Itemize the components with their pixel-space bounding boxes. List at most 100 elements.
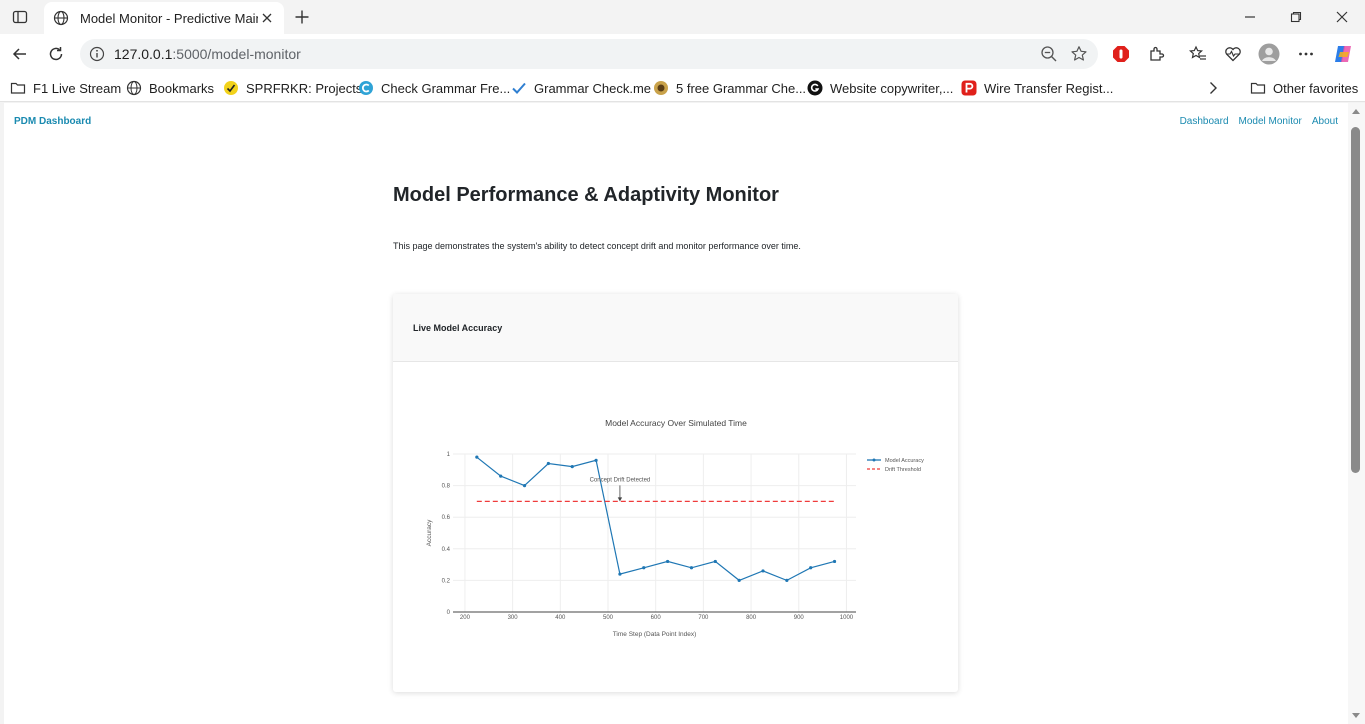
accuracy-chart[interactable]: Model Accuracy Over Simulated Time 200 300…: [393, 362, 958, 692]
nav-dashboard[interactable]: Dashboard: [1180, 116, 1229, 127]
site-navbar: PDM Dashboard Dashboard Model Monitor Ab…: [4, 103, 1348, 139]
copilot-icon[interactable]: [1329, 40, 1357, 68]
restore-icon[interactable]: [1273, 0, 1319, 34]
bookmark-f1-live-stream[interactable]: F1 Live Stream: [10, 78, 121, 98]
card-header: Live Model Accuracy: [393, 294, 958, 362]
site-brand[interactable]: PDM Dashboard: [14, 116, 91, 127]
accuracy-point: [499, 474, 503, 478]
y-tick-label: 0.2: [442, 578, 451, 584]
accuracy-point: [618, 572, 622, 576]
adblock-icon[interactable]: [1107, 40, 1135, 68]
browser-toolbar: 127.0.0.1:5000/model-monitor: [0, 34, 1365, 74]
x-tick-label: 900: [794, 615, 805, 621]
folder-icon: [10, 80, 26, 96]
nav-model-monitor[interactable]: Model Monitor: [1239, 116, 1302, 127]
other-favorites[interactable]: Other favorites: [1250, 78, 1358, 98]
page-scrollbar[interactable]: [1348, 103, 1365, 724]
close-tab-icon[interactable]: [258, 9, 276, 27]
x-tick-label: 500: [603, 615, 614, 621]
page-viewport: PDM Dashboard Dashboard Model Monitor Ab…: [4, 103, 1348, 724]
accuracy-point: [475, 455, 479, 459]
y-tick-label: 0: [447, 610, 451, 616]
x-tick-label: 700: [698, 615, 709, 621]
grammar-c-icon: [358, 80, 374, 96]
favorite-star-icon[interactable]: [1064, 39, 1094, 69]
accuracy-point: [594, 458, 598, 462]
x-axis-label: Time Step (Data Point Index): [613, 631, 697, 638]
browser-essentials-icon[interactable]: [1219, 40, 1247, 68]
x-tick-label: 200: [460, 615, 471, 621]
drift-annotation-label: Concept Drift Detected: [590, 477, 651, 483]
p-letter-icon: [961, 80, 977, 96]
chart-title: Model Accuracy Over Simulated Time: [605, 418, 747, 428]
accuracy-point: [546, 461, 550, 466]
card-title: Live Model Accuracy: [413, 323, 503, 333]
folder-icon: [1250, 80, 1266, 96]
zoom-out-icon[interactable]: [1034, 39, 1064, 69]
y-tick-label: 0.8: [442, 484, 451, 490]
active-tab[interactable]: Model Monitor - Predictive Maint: [44, 2, 284, 34]
bookmark-sprfrkr-projects[interactable]: SPRFRKR: Projects: [223, 78, 362, 98]
bookmark-grammar-check-me[interactable]: Grammar Check.me: [511, 78, 651, 98]
more-menu-icon[interactable]: [1292, 40, 1320, 68]
accuracy-card: Live Model Accuracy Model Accuracy Over …: [393, 294, 958, 692]
scrollbar-thumb[interactable]: [1351, 127, 1360, 473]
site-info-icon[interactable]: [82, 39, 112, 69]
scroll-down-arrow-icon[interactable]: [1352, 713, 1360, 718]
scroll-up-arrow-icon[interactable]: [1352, 109, 1360, 114]
y-tick-label: 0.4: [442, 547, 451, 553]
bookmark-website-copywriter[interactable]: Website copywriter,...: [807, 78, 953, 98]
checkmark-icon: [511, 80, 527, 96]
x-tick-label: 600: [651, 615, 662, 621]
favorites-icon[interactable]: [1184, 40, 1212, 68]
tab-strip: Model Monitor - Predictive Maint: [0, 0, 1365, 34]
card-body: Model Accuracy Over Simulated Time 200 300…: [393, 362, 958, 692]
accuracy-point: [737, 578, 741, 582]
profile-avatar-icon[interactable]: [1255, 40, 1283, 68]
page-title: Model Performance & Adaptivity Monitor: [393, 184, 779, 206]
x-tick-label: 800: [746, 615, 757, 621]
tab-title: Model Monitor - Predictive Maint: [80, 10, 258, 26]
url-text[interactable]: 127.0.0.1:5000/model-monitor: [114, 46, 1034, 62]
bookmark-bookmarks[interactable]: Bookmarks: [126, 78, 214, 98]
close-window-icon[interactable]: [1319, 0, 1365, 34]
accuracy-point: [689, 566, 694, 570]
x-tick-label: 400: [555, 615, 566, 621]
accuracy-point: [642, 566, 646, 570]
globe-icon: [52, 9, 70, 27]
accuracy-point: [713, 559, 717, 564]
accuracy-point: [570, 465, 574, 469]
new-tab-icon[interactable]: [290, 6, 314, 28]
nav-about[interactable]: About: [1312, 116, 1338, 127]
bookmark-wire-transfer[interactable]: Wire Transfer Regist...: [961, 78, 1113, 98]
y-tick-label: 1: [447, 452, 451, 458]
accuracy-point: [809, 566, 813, 570]
accuracy-point: [522, 484, 527, 488]
legend-label: Model Accuracy: [885, 458, 924, 464]
bookmark-free-grammar[interactable]: 5 free Grammar Che...: [653, 78, 806, 98]
y-tick-label: 0.6: [442, 515, 451, 521]
legend-label: Drift Threshold: [885, 467, 921, 473]
accuracy-point: [832, 559, 837, 564]
x-tick-label: 300: [508, 615, 519, 621]
nav-links: Dashboard Model Monitor About: [1180, 116, 1348, 127]
address-bar[interactable]: 127.0.0.1:5000/model-monitor: [80, 39, 1098, 69]
minimize-icon[interactable]: [1227, 0, 1273, 34]
bookmarks-overflow-chevron-icon[interactable]: [1206, 78, 1220, 98]
globe-icon: [126, 80, 142, 96]
grammar-icon: [653, 80, 669, 96]
extensions-icon[interactable]: [1143, 40, 1171, 68]
tab-actions-icon[interactable]: [8, 6, 32, 28]
accuracy-point: [785, 578, 789, 582]
g-letter-icon: [807, 80, 823, 96]
bookmark-check-grammar[interactable]: Check Grammar Fre...: [358, 78, 510, 98]
x-tick-label: 1000: [840, 615, 854, 621]
back-arrow-icon[interactable]: [6, 40, 34, 68]
legend-marker: [872, 458, 876, 462]
bookmarks-bar: F1 Live Stream Bookmarks SPRFRKR: Projec…: [0, 74, 1365, 102]
page-description: This page demonstrates the system's abil…: [393, 241, 801, 251]
refresh-icon[interactable]: [42, 40, 70, 68]
sprfrkr-icon: [223, 80, 239, 96]
accuracy-point: [761, 569, 765, 573]
accuracy-point: [666, 559, 670, 564]
